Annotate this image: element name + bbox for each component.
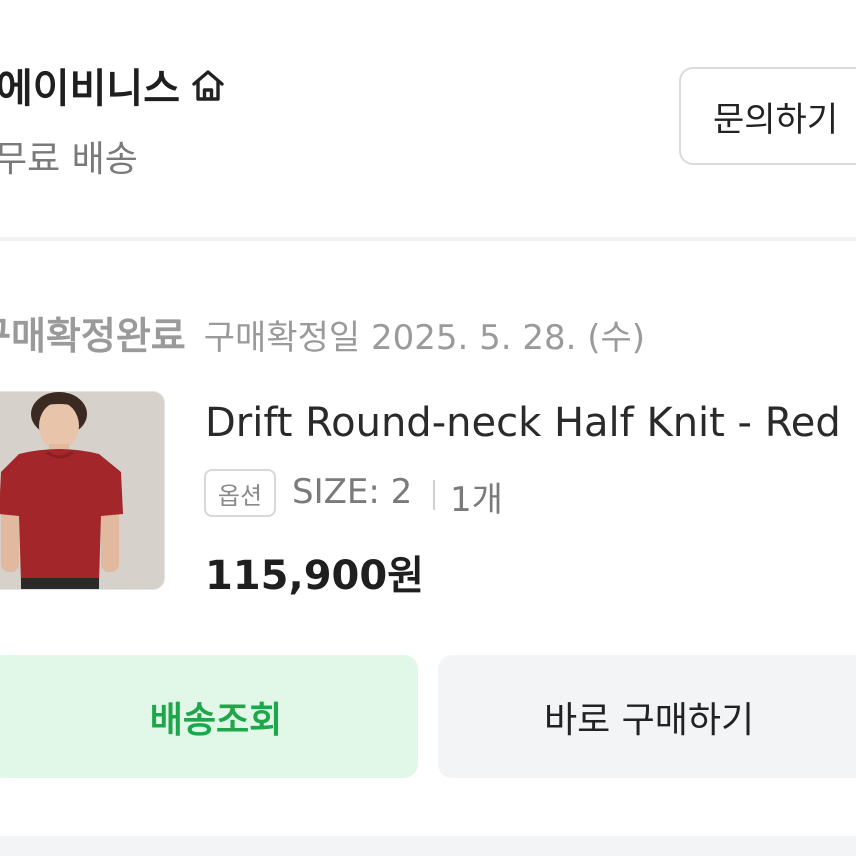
product-thumbnail[interactable] [0, 391, 165, 590]
option-size: SIZE: 2 [292, 472, 413, 512]
option-badge: 옵션 [204, 469, 276, 517]
bottom-section-divider [0, 836, 856, 856]
inquiry-button[interactable]: 문의하기 [679, 67, 856, 165]
track-delivery-button[interactable]: 배송조회 [0, 655, 418, 778]
confirm-date: 구매확정일 2025. 5. 28. (수) [203, 318, 646, 358]
product-price: 115,900원 [205, 553, 424, 599]
home-icon[interactable] [188, 65, 228, 105]
shipping-info: 무료 배송 [0, 139, 138, 180]
buy-again-button[interactable]: 바로 구매하기 [438, 655, 856, 778]
section-divider [0, 237, 856, 241]
product-title[interactable]: Drift Round-neck Half Knit - Red [205, 400, 841, 446]
order-status-row: 구매확정완료 구매확정일 2025. 5. 28. (수) [0, 305, 645, 360]
store-name[interactable]: 에이비니스 [0, 56, 180, 114]
option-quantity: 1개 [450, 480, 503, 520]
order-status: 구매확정완료 [0, 314, 186, 358]
product-image [0, 392, 164, 589]
store-name-row[interactable]: 에이비니스 [0, 56, 228, 114]
option-separator [433, 480, 435, 510]
